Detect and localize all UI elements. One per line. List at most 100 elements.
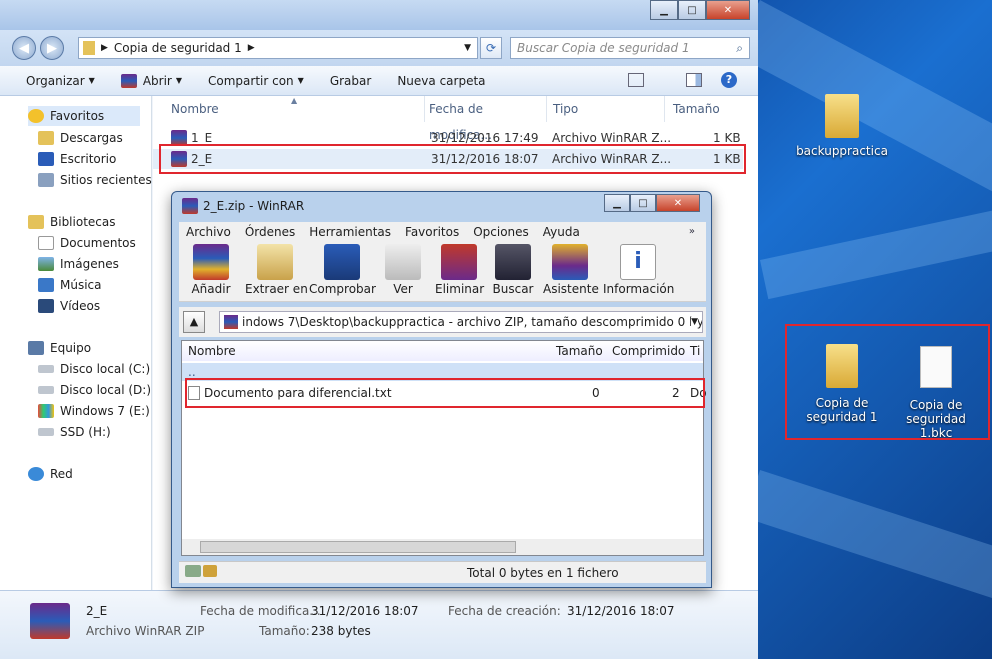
file-icon xyxy=(920,346,952,388)
nav-music[interactable]: Música xyxy=(38,275,102,295)
winrar-icon xyxy=(120,73,137,88)
column-header-packed[interactable]: Comprimido xyxy=(612,344,685,358)
recent-places-icon xyxy=(38,173,54,187)
drive-icon xyxy=(38,365,54,373)
share-button[interactable]: Compartir con ▼ xyxy=(208,74,304,88)
close-button[interactable]: ✕ xyxy=(656,194,700,212)
column-label: Tamaño xyxy=(673,102,720,116)
nav-win7[interactable]: Windows 7 (E:) xyxy=(38,401,150,421)
horizontal-scrollbar[interactable] xyxy=(182,539,703,555)
desktop-icon-copia[interactable]: Copia de seguridad 1 xyxy=(800,344,884,424)
menu-ayuda[interactable]: Ayuda xyxy=(543,225,580,239)
nav-images[interactable]: Imágenes xyxy=(38,254,119,274)
tool-add-button[interactable]: Añadir xyxy=(187,244,235,296)
nav-label: Red xyxy=(50,467,73,481)
menu-archivo[interactable]: Archivo xyxy=(186,225,231,239)
tool-info-button[interactable]: i Información xyxy=(603,244,675,296)
file-row[interactable]: 1_E 31/12/2016 17:49 Archivo WinRAR Z...… xyxy=(153,128,743,148)
tool-delete-button[interactable]: Eliminar xyxy=(435,244,484,296)
forward-button[interactable]: ▶ xyxy=(40,36,64,60)
organize-button[interactable]: Organizar ▼ xyxy=(26,74,95,88)
maximize-button[interactable]: □ xyxy=(630,194,656,212)
share-label: Compartir con xyxy=(208,73,294,88)
help-icon[interactable]: ? xyxy=(721,72,737,88)
column-header-size[interactable]: Tamaño xyxy=(655,96,747,122)
tool-view-button[interactable]: Ver xyxy=(383,244,423,296)
tool-label: Buscar xyxy=(492,282,534,296)
nav-label: Escritorio xyxy=(60,152,117,166)
minimize-button[interactable]: ▁ xyxy=(650,0,678,20)
nav-favorites[interactable]: Favoritos xyxy=(28,106,140,126)
navigation-pane: Favoritos Descargas Escritorio Sitios re… xyxy=(0,96,152,590)
open-button[interactable]: Abrir ▼ xyxy=(120,73,182,88)
new-folder-button[interactable]: Nueva carpeta xyxy=(397,74,485,88)
nav-documents[interactable]: Documentos xyxy=(38,233,136,253)
address-bar[interactable]: ▶ Copia de seguridad 1 ▶ ▼ xyxy=(78,37,478,59)
tool-label: Información xyxy=(603,282,675,296)
tool-label: Asistente xyxy=(543,282,599,296)
file-row-selected[interactable]: 2_E 31/12/2016 18:07 Archivo WinRAR Z...… xyxy=(153,149,743,169)
nav-computer[interactable]: Equipo xyxy=(28,338,91,358)
winrar-zip-icon xyxy=(171,151,187,167)
maximize-button[interactable]: □ xyxy=(678,0,706,20)
column-header-name[interactable]: Nombre xyxy=(188,344,236,358)
tool-extract-button[interactable]: Extraer en xyxy=(245,244,308,296)
back-button[interactable]: ◀ xyxy=(12,36,36,60)
drive-icon xyxy=(185,565,201,577)
chevron-down-icon[interactable]: ▼ xyxy=(464,43,471,53)
nav-downloads[interactable]: Descargas xyxy=(38,128,123,148)
chevron-right-icon: ▶ xyxy=(247,43,255,53)
nav-label: Documentos xyxy=(60,236,136,250)
scrollbar-thumb[interactable] xyxy=(200,541,516,553)
column-header-size[interactable]: Tamaño xyxy=(556,344,603,358)
nav-label: SSD (H:) xyxy=(60,425,111,439)
desktop-icon-backuppractica[interactable]: backuppractica xyxy=(796,94,888,158)
tool-wizard-button[interactable]: Asistente xyxy=(543,244,599,296)
arrow-left-icon: ◀ xyxy=(19,40,29,56)
winrar-icon xyxy=(224,315,238,329)
chevron-more-icon[interactable]: » xyxy=(689,226,695,237)
nav-disk-d[interactable]: Disco local (D:) xyxy=(38,380,151,400)
nav-libraries[interactable]: Bibliotecas xyxy=(28,212,115,232)
desktop-icon-bkc[interactable]: Copia de seguridad 1.bkc xyxy=(890,346,982,440)
column-header-name[interactable]: Nombre xyxy=(153,96,425,122)
archive-file-list: Nombre Tamaño Comprimido Ti .. Documento… xyxy=(181,340,707,556)
nav-desktop[interactable]: Escritorio xyxy=(38,149,116,169)
nav-recent[interactable]: Sitios recientes xyxy=(38,170,152,190)
minimize-button[interactable]: ▁ xyxy=(604,194,630,212)
organize-label: Organizar xyxy=(26,73,85,88)
menu-opciones[interactable]: Opciones xyxy=(473,225,529,239)
title-bar: ▁ □ ✕ xyxy=(0,0,758,30)
chevron-down-icon: ▼ xyxy=(297,76,304,85)
status-text: Total 0 bytes en 1 fichero xyxy=(467,566,619,580)
nav-disk-c[interactable]: Disco local (C:) xyxy=(38,359,150,379)
tool-find-button[interactable]: Buscar xyxy=(491,244,535,296)
search-input[interactable]: Buscar Copia de seguridad 1 ⌕ xyxy=(510,37,750,59)
path-combo[interactable]: indows 7\Desktop\backuppractica - archiv… xyxy=(219,311,703,333)
close-button[interactable]: ✕ xyxy=(706,0,750,20)
command-bar: Organizar ▼ Abrir ▼ Compartir con ▼ Grabar … xyxy=(0,66,758,96)
path-text: indows 7\Desktop\backuppractica - archiv… xyxy=(242,315,703,329)
preview-pane-icon[interactable] xyxy=(686,73,702,87)
menu-herramientas[interactable]: Herramientas xyxy=(309,225,391,239)
menu-ordenes[interactable]: Órdenes xyxy=(245,225,295,239)
menu-favoritos[interactable]: Favoritos xyxy=(405,225,459,239)
details-modified-label: Fecha de modifica... xyxy=(200,604,321,618)
details-modified-value: 31/12/2016 18:07 xyxy=(311,604,419,618)
column-header-modified[interactable]: Fecha de modifica... xyxy=(411,96,547,142)
tool-test-button[interactable]: Comprobar xyxy=(309,244,376,296)
file-modified: 31/12/2016 18:07 xyxy=(431,152,539,166)
nav-network[interactable]: Red xyxy=(28,464,73,484)
burn-button[interactable]: Grabar xyxy=(330,74,372,88)
refresh-button[interactable]: ⟳ xyxy=(480,37,502,59)
up-folder-button[interactable]: ▲ xyxy=(183,311,205,333)
nav-videos[interactable]: Vídeos xyxy=(38,296,100,316)
parent-row[interactable]: .. xyxy=(182,363,703,381)
view-icon xyxy=(385,244,421,280)
view-options-icon[interactable] xyxy=(628,73,644,87)
nav-ssd[interactable]: SSD (H:) xyxy=(38,422,111,442)
column-header-type[interactable]: Tipo xyxy=(535,96,665,122)
list-item[interactable]: Documento para diferencial.txt 0 2 Do xyxy=(182,383,707,403)
address-text: Copia de seguridad 1 xyxy=(113,41,242,55)
column-header-type[interactable]: Ti xyxy=(690,344,700,358)
